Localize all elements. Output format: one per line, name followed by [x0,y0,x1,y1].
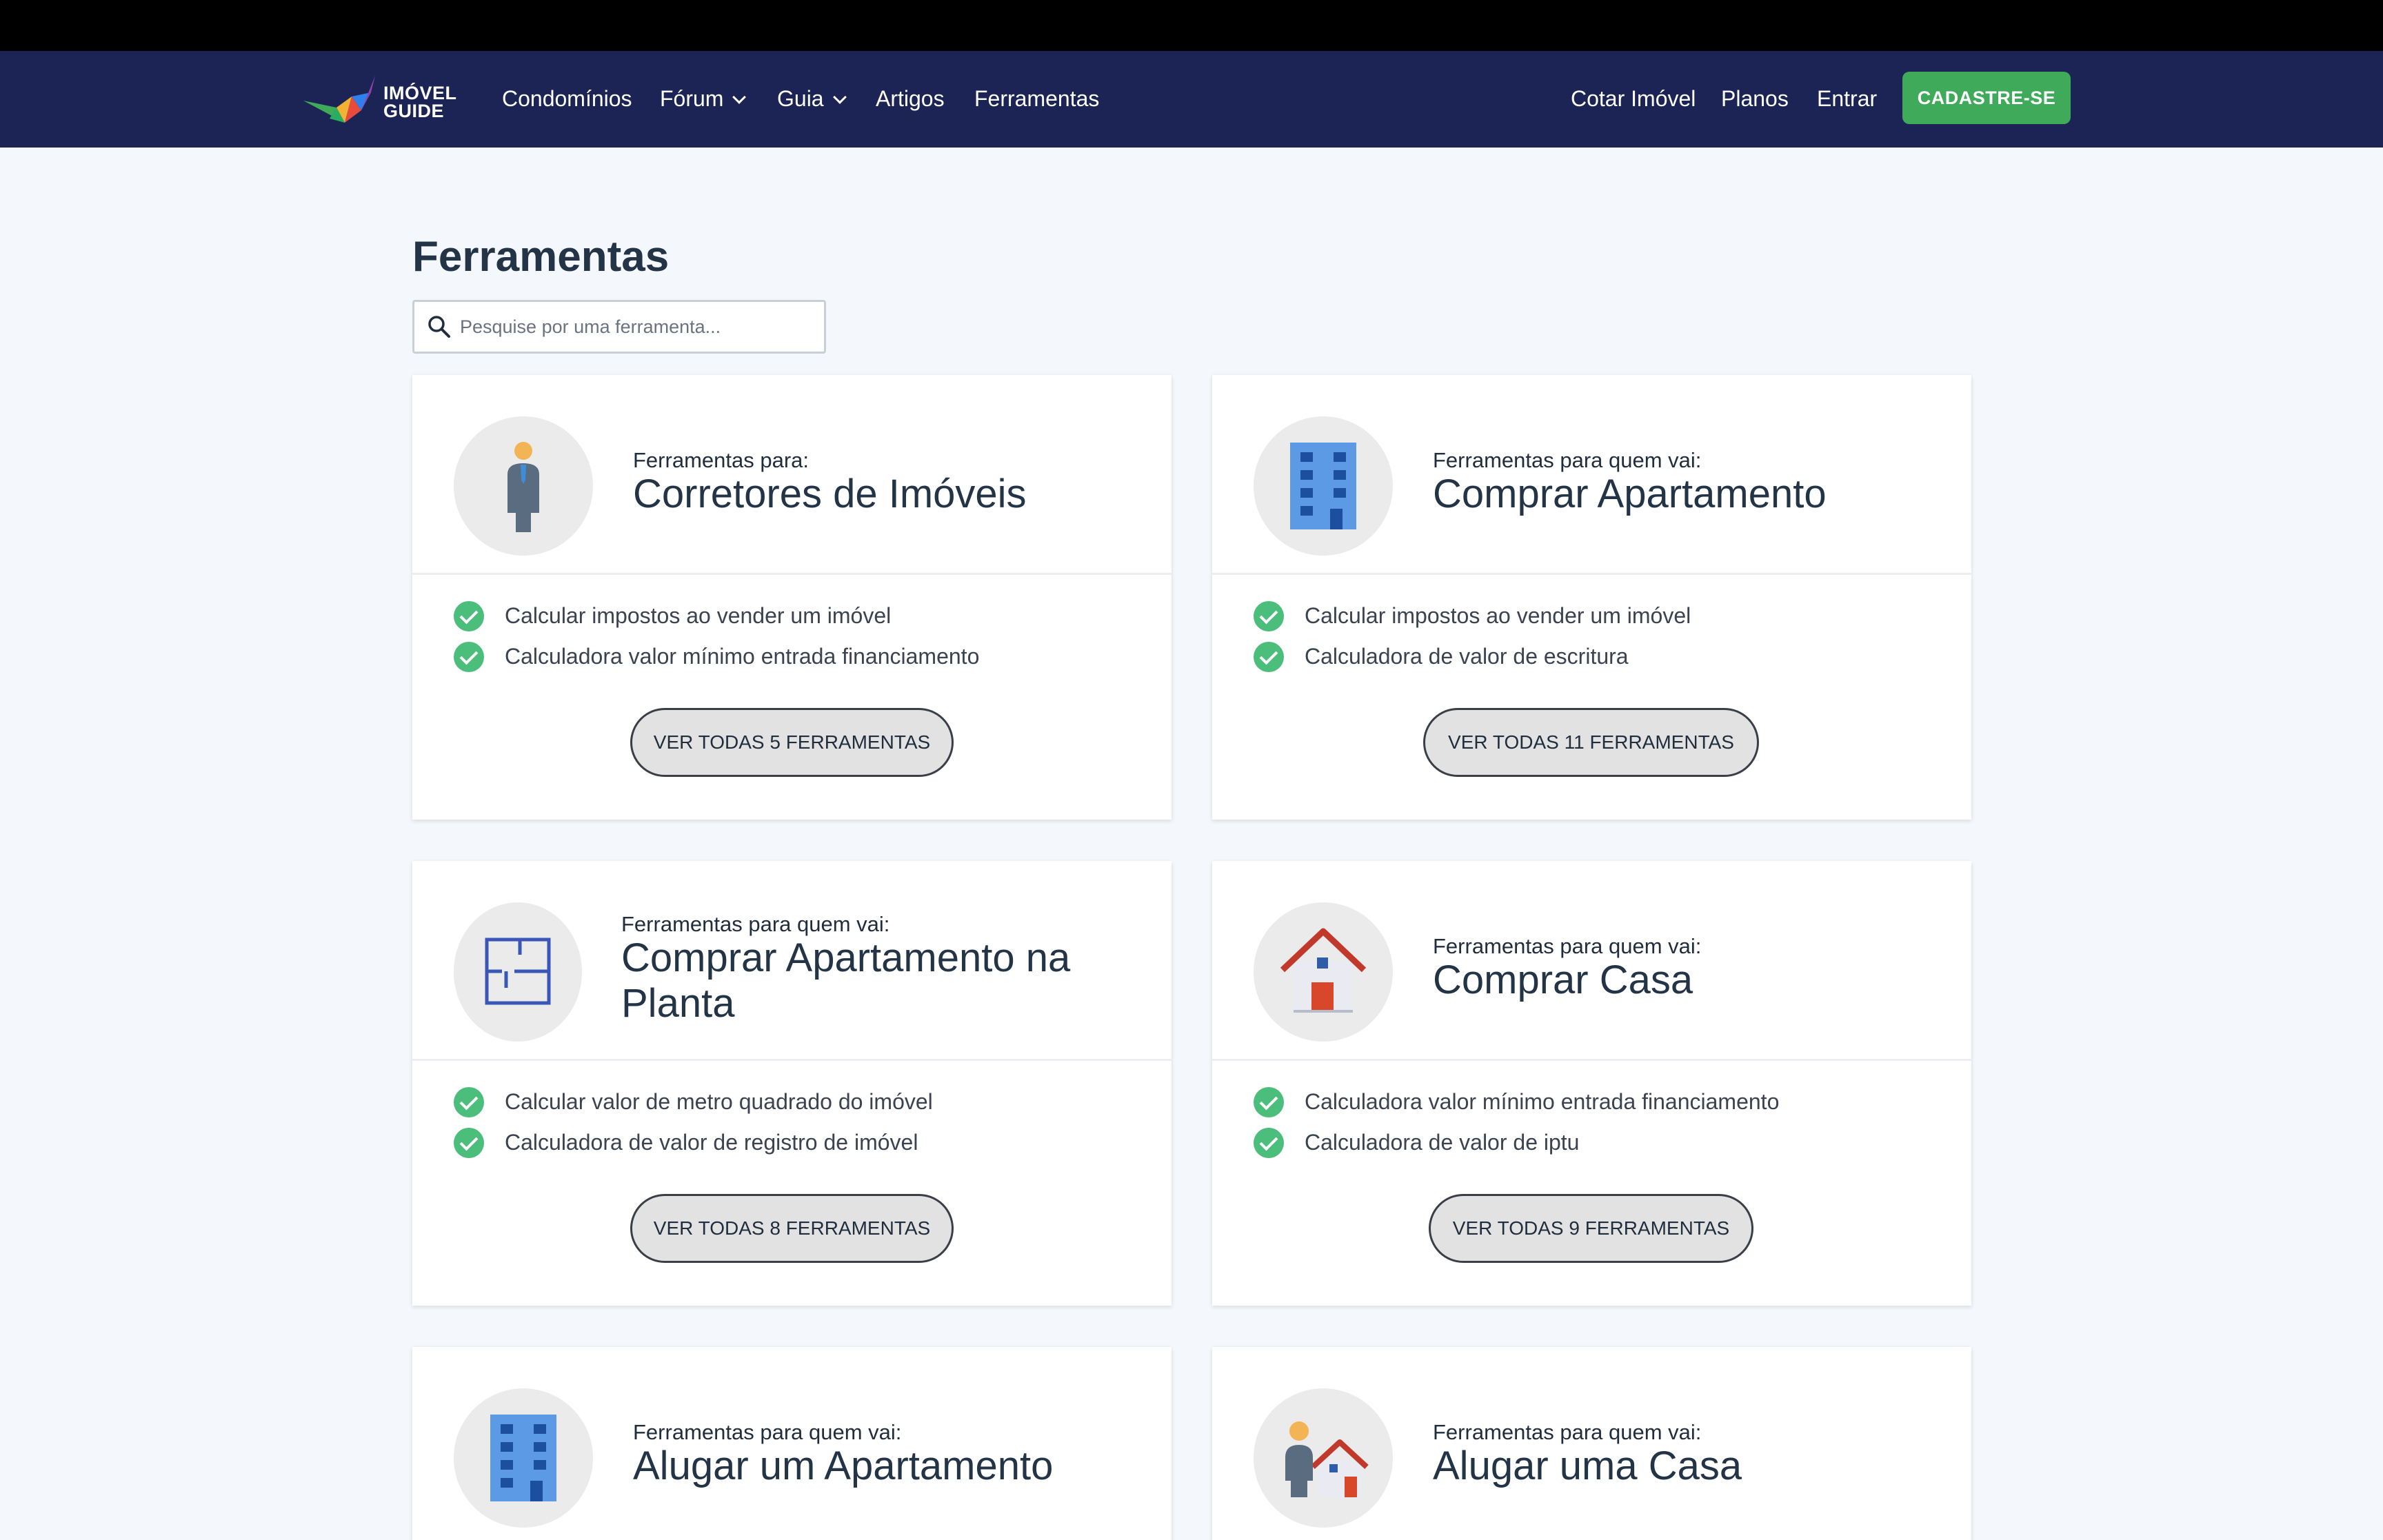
apartment-building-icon [490,1415,556,1501]
card-header: Ferramentas para quem vai: Comprar Apart… [1212,375,1971,575]
tool-list: Calcular impostos ao vender um imóvel Ca… [454,596,979,677]
tool-item[interactable]: Calculadora de valor de escritura [1254,636,1691,677]
person-house-icon [1285,1421,1369,1497]
card-header: Ferramentas para quem vai: Comprar Casa [1212,861,1971,1061]
icon-circle [1254,1388,1393,1528]
tool-item[interactable]: Calculadora valor mínimo entrada financi… [1254,1082,1779,1122]
icon-circle [454,1388,593,1528]
card-title: Alugar uma Casa [1433,1443,1742,1488]
logo-text-line1: IMÓVEL [383,83,457,103]
tool-card-alugar-apartamento: Ferramentas para quem vai: Alugar um Apa… [412,1347,1172,1540]
check-circle-icon [1254,641,1284,672]
tool-item-label: Calculadora de valor de iptu [1305,1130,1580,1155]
card-header: Ferramentas para quem vai: Comprar Apart… [412,861,1172,1061]
card-subtitle: Ferramentas para quem vai: [1433,934,1702,958]
tool-item[interactable]: Calcular impostos ao vender um imóvel [1254,596,1691,636]
view-all-tools-button[interactable]: VER TODAS 11 FERRAMENTAS [1423,708,1759,777]
tool-card-comprar-casa: Ferramentas para quem vai: Comprar Casa … [1212,861,1971,1306]
tool-card-alugar-casa: Ferramentas para quem vai: Alugar uma Ca… [1212,1347,1971,1540]
check-circle-icon [1254,1086,1284,1117]
chevron-down-icon [832,90,847,104]
page-title: Ferramentas [412,233,670,281]
card-subtitle: Ferramentas para quem vai: [1433,448,1702,472]
crane-logo-icon [303,76,375,123]
tool-card-corretores: Ferramentas para: Corretores de Imóveis … [412,375,1172,820]
tool-item-label: Calculadora valor mínimo entrada financi… [505,644,980,669]
tool-card-comprar-apartamento: Ferramentas para quem vai: Comprar Apart… [1212,375,1971,820]
card-header: Ferramentas para quem vai: Alugar um Apa… [412,1347,1172,1540]
nav-link-ferramentas[interactable]: Ferramentas [974,85,1099,112]
tool-card-comprar-planta: Ferramentas para quem vai: Comprar Apart… [412,861,1172,1306]
tool-item[interactable]: Calculadora de valor de registro de imóv… [454,1122,933,1163]
view-all-tools-button[interactable]: VER TODAS 8 FERRAMENTAS [630,1194,954,1263]
nav-link-planos[interactable]: Planos [1721,85,1789,112]
apartment-building-icon [1290,443,1356,529]
view-all-tools-button[interactable]: VER TODAS 5 FERRAMENTAS [630,708,954,777]
check-circle-icon [454,641,484,672]
check-circle-icon [1254,1127,1284,1158]
search-icon [428,316,450,338]
card-title: Comprar Casa [1433,958,1693,1002]
tool-item[interactable]: Calculadora valor mínimo entrada financi… [454,636,979,677]
tool-item[interactable]: Calcular impostos ao vender um imóvel [454,596,979,636]
card-title: Alugar um Apartamento [633,1443,1054,1488]
search-box[interactable] [412,300,826,354]
nav-link-guia[interactable]: Guia [777,85,847,112]
tool-item-label: Calculadora valor mínimo entrada financi… [1305,1089,1780,1114]
view-all-tools-button[interactable]: VER TODAS 9 FERRAMENTAS [1429,1194,1753,1263]
nav-link-forum-label: Fórum [660,86,724,111]
tool-item-label: Calcular impostos ao vender um imóvel [505,603,892,628]
check-circle-icon [454,600,484,631]
icon-circle [454,902,582,1042]
search-input[interactable] [460,310,805,343]
tool-list: Calcular valor de metro quadrado do imóv… [454,1082,933,1163]
tool-list: Calcular impostos ao vender um imóvel Ca… [1254,596,1691,677]
tool-item[interactable]: Calcular valor de metro quadrado do imóv… [454,1082,933,1122]
browser-top-bar [0,0,2383,51]
icon-circle [1254,902,1393,1042]
card-subtitle: Ferramentas para: [633,448,809,472]
house-icon [1280,928,1367,1013]
check-circle-icon [454,1086,484,1117]
nav-link-entrar[interactable]: Entrar [1817,85,1877,112]
site-logo[interactable]: IMÓVEL GUIDE [303,69,462,131]
floor-plan-icon [485,938,551,1005]
card-title: Comprar Apartamento na Planta [621,935,1071,1026]
nav-link-artigos[interactable]: Artigos [876,85,945,112]
chevron-down-icon [732,90,747,104]
icon-circle [454,416,593,556]
nav-link-cotar-imovel[interactable]: Cotar Imóvel [1571,85,1696,112]
card-title: Corretores de Imóveis [633,472,1027,516]
card-title: Comprar Apartamento [1433,472,1827,516]
nav-link-guia-label: Guia [777,86,824,111]
tool-item-label: Calcular impostos ao vender um imóvel [1305,603,1691,628]
card-header: Ferramentas para: Corretores de Imóveis [412,375,1172,575]
icon-circle [1254,416,1393,556]
tool-item-label: Calculadora de valor de registro de imóv… [505,1130,918,1155]
logo-text-line2: GUIDE [383,101,445,121]
tool-item[interactable]: Calculadora de valor de iptu [1254,1122,1779,1163]
card-subtitle: Ferramentas para quem vai: [621,912,890,936]
nav-link-condominios[interactable]: Condomínios [502,85,632,112]
card-subtitle: Ferramentas para quem vai: [1433,1420,1702,1444]
tool-item-label: Calcular valor de metro quadrado do imóv… [505,1089,933,1114]
check-circle-icon [1254,600,1284,631]
card-subtitle: Ferramentas para quem vai: [633,1420,902,1444]
card-header: Ferramentas para quem vai: Alugar uma Ca… [1212,1347,1971,1540]
tool-item-label: Calculadora de valor de escritura [1305,644,1629,669]
person-tie-icon [507,442,539,532]
check-circle-icon [454,1127,484,1158]
signup-button[interactable]: CADASTRE-SE [1902,72,2071,124]
tool-list: Calculadora valor mínimo entrada financi… [1254,1082,1779,1163]
nav-link-forum[interactable]: Fórum [660,85,747,112]
